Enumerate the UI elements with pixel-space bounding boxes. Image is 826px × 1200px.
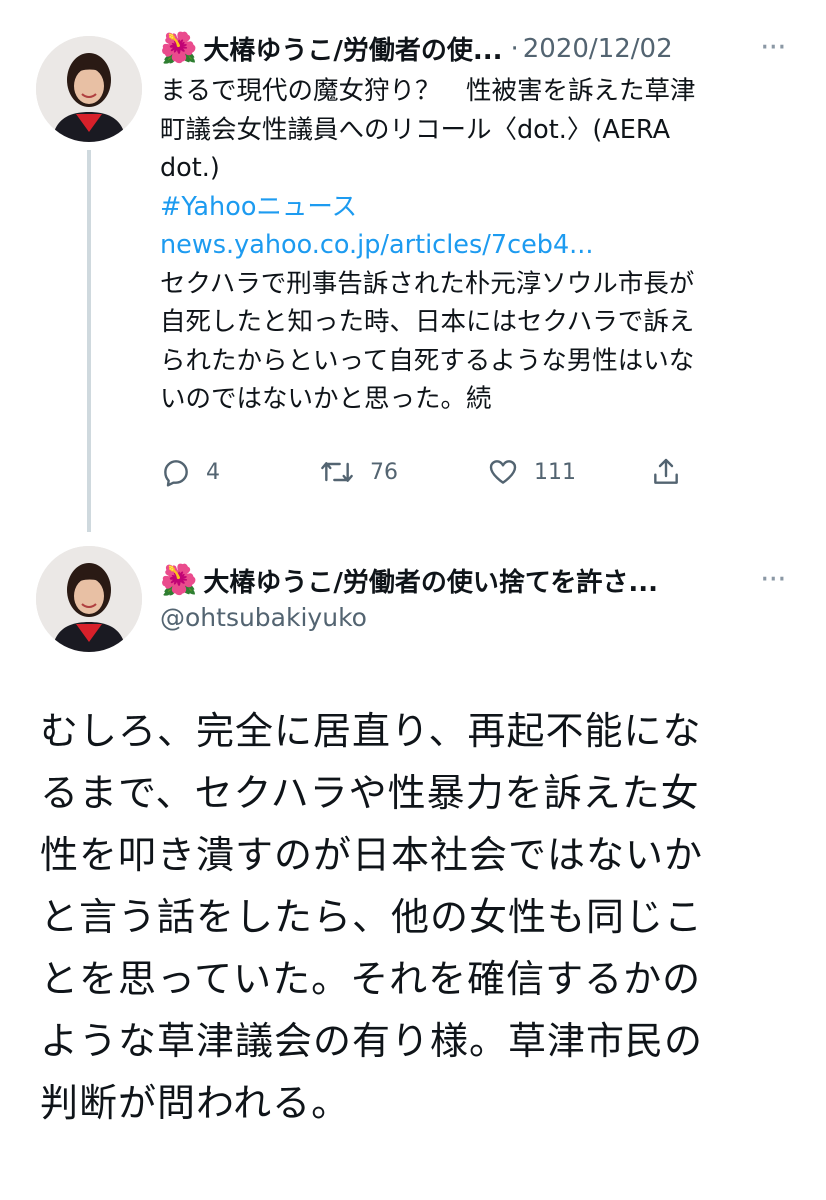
tweet1-body: まるで現代の魔女狩り？ 性被害を訴えた草津 町議会女性議員へのリコール〈dot.… xyxy=(160,72,800,419)
author-name[interactable]: 大椿ゆうこ/労働者の使... xyxy=(203,30,502,67)
author-name[interactable]: 大椿ゆうこ/労働者の使い捨てを許さ... xyxy=(203,562,658,599)
retweet-count: 76 xyxy=(370,459,398,485)
heart-icon xyxy=(489,460,517,484)
like-button[interactable]: 111 xyxy=(486,452,576,492)
tweet-text-line: セクハラで刑事告訴された朴元淳ソウル市長が xyxy=(160,268,695,299)
share-icon xyxy=(654,458,678,484)
tweet-text-line: dot.) xyxy=(160,153,220,183)
reply-icon xyxy=(164,460,188,487)
share-button[interactable] xyxy=(650,452,696,492)
retweet-button[interactable]: 76 xyxy=(318,452,398,492)
tweet-text-line: いのではないかと思った。続 xyxy=(160,384,492,414)
retweet-icon xyxy=(321,462,353,482)
tweet-text-line: むしろ、完全に居直り、再起不能にな xyxy=(40,709,702,753)
tweet-text-line: 自死したと知った時、日本にはセクハラで訴え xyxy=(160,307,695,337)
tweet-text-line: ような草津議会の有り様。草津市民の xyxy=(40,1019,704,1063)
tweet2-body: むしろ、完全に居直り、再起不能にな るまで、セクハラや性暴力を訴えた女 性を叩き… xyxy=(40,700,810,1134)
tweet-text-line: とを思っていた。それを確信するかの xyxy=(40,957,702,1001)
reply-button[interactable]: 4 xyxy=(160,452,220,492)
hashtag-link[interactable]: #Yahooニュース xyxy=(160,188,800,227)
tweet-text-line: られたからといって自死するような男性はいな xyxy=(160,345,695,376)
hibiscus-icon: 🌺 xyxy=(160,562,198,598)
tweet-text-line: 性を叩き潰すのが日本社会ではないか xyxy=(40,833,704,877)
separator: · xyxy=(510,33,519,64)
tweet-text-line: と言う話をしたら、他の女性も同じこ xyxy=(40,895,704,939)
reply-count: 4 xyxy=(206,459,220,485)
hibiscus-icon: 🌺 xyxy=(160,30,198,66)
author-handle[interactable]: @ohtsubakiyuko xyxy=(160,603,367,632)
avatar[interactable] xyxy=(36,36,142,142)
tweet-text-line: 判断が問われる。 xyxy=(40,1081,351,1125)
thread-line xyxy=(87,150,91,532)
tweet-text-line: まるで現代の魔女狩り？ 性被害を訴えた草津 xyxy=(160,76,696,106)
tweet-date[interactable]: 2020/12/02 xyxy=(523,34,673,64)
more-options-icon[interactable]: ··· xyxy=(760,562,787,597)
tweet-text-line: 町議会女性議員へのリコール〈dot.〉(AERA xyxy=(160,114,671,145)
avatar[interactable] xyxy=(36,546,142,652)
tweet-text-line: るまで、セクハラや性暴力を訴えた女 xyxy=(40,771,700,815)
article-link[interactable]: news.yahoo.co.jp/articles/7ceb4... xyxy=(160,226,800,265)
tweet2-header: 🌺 大椿ゆうこ/労働者の使い捨てを許さ... xyxy=(160,562,658,599)
tweet1-header: 🌺 大椿ゆうこ/労働者の使... · 2020/12/02 xyxy=(160,30,673,67)
more-options-icon[interactable]: ··· xyxy=(760,30,787,65)
like-count: 111 xyxy=(534,459,576,485)
